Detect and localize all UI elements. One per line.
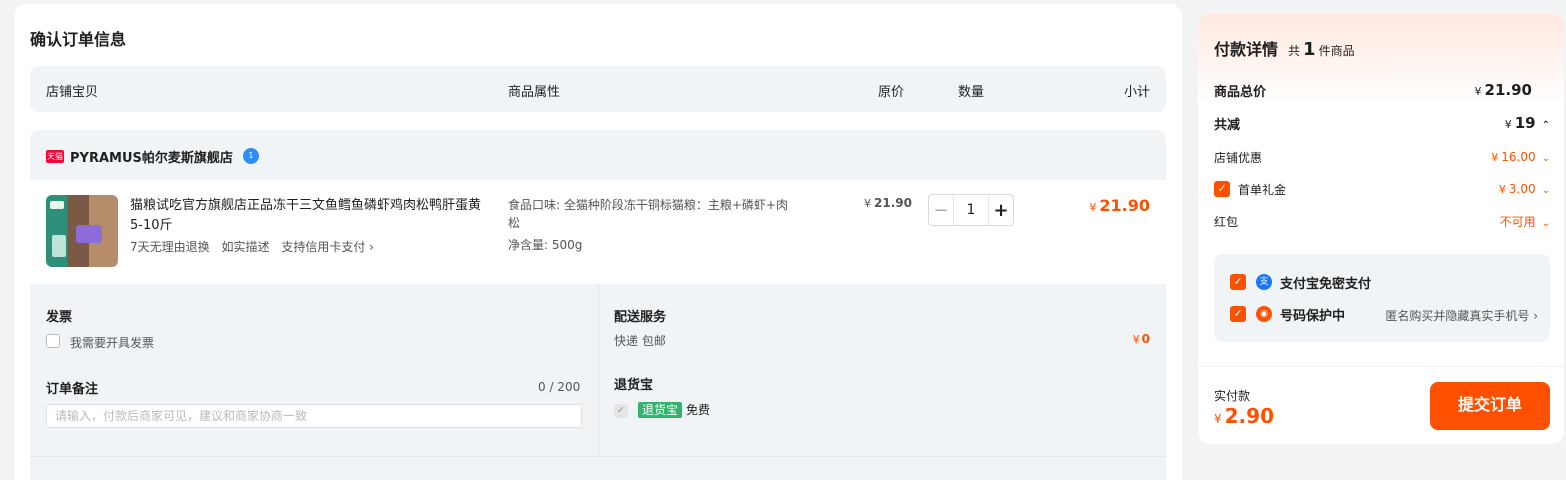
- return-insurance-label: 退货宝: [614, 378, 654, 393]
- remark-count: 0 / 200: [538, 380, 581, 394]
- invoice-label: 发票: [46, 310, 73, 325]
- privacy-checkbox[interactable]: ✓: [1230, 306, 1246, 322]
- payment-options: ✓ 支 支付宝免密支付 ✓ ◉ 号码保护中 匿名购买并隐藏真实手机号 ›: [1214, 254, 1550, 342]
- tag-return: 7天无理由退换: [130, 240, 210, 254]
- table-header: 店铺宝贝 商品属性 原价 数量 小计: [30, 66, 1166, 112]
- first-gift-checkbox[interactable]: ✓: [1214, 181, 1230, 197]
- alipay-icon: 支: [1256, 274, 1272, 290]
- privacy-desc[interactable]: 匿名购买并隐藏真实手机号 ›: [1385, 307, 1538, 324]
- tmall-icon: 天猫: [46, 149, 64, 163]
- qty-minus-button[interactable]: −: [929, 200, 953, 221]
- attr-weight: 净含量: 500g: [508, 238, 583, 252]
- invoice-option[interactable]: 我需要开具发票: [70, 334, 154, 351]
- col-price: 原价: [878, 85, 905, 100]
- return-insurance-badge: 退货宝: [638, 402, 683, 418]
- item-subtotal: ¥21.90: [1089, 196, 1150, 215]
- original-price: ¥21.90: [864, 196, 912, 210]
- item-row: 猫粮试吃官方旗舰店正品冻干三文鱼鳕鱼磷虾鸡肉松鸭肝蛋黄5-10斤 7天无理由退换…: [30, 180, 1166, 284]
- total-row: 商品总价 ¥21.90: [1214, 81, 1532, 100]
- delivery-label: 配送服务: [614, 310, 667, 325]
- item-count: 共 1 件商品: [1288, 39, 1355, 60]
- shop-block: 天猫 PYRAMUS帕尔麦斯旗舰店 1 猫粮试吃官方旗舰店正品冻干三文鱼鳕鱼磷虾…: [30, 130, 1166, 480]
- discount-row[interactable]: 共减 ¥19 ⌃: [1214, 113, 1550, 133]
- remark-input[interactable]: 请输入，付款后商家可见，建议和商家协商一致: [46, 404, 582, 428]
- invoice-checkbox[interactable]: [46, 334, 60, 348]
- col-qty: 数量: [958, 85, 985, 100]
- delivery-method: 快递 包邮: [614, 334, 666, 348]
- item-attributes: 食品口味: 全猫种阶段冻干铜标猫粮：主粮+磷虾+肉松 净含量: 500g: [508, 196, 798, 254]
- order-options: 发票 我需要开具发票 订单备注 0 / 200 请输入，付款后商家可见，建议和商…: [30, 284, 1166, 457]
- redpacket-row[interactable]: 红包 不可用 ⌄: [1214, 211, 1550, 231]
- tag-credit[interactable]: 支持信用卡支付 ›: [281, 240, 374, 254]
- chevron-up-icon: ⌃: [1541, 120, 1550, 131]
- actual-pay-amount: ¥2.90: [1214, 404, 1274, 428]
- actual-pay-label: 实付款: [1214, 389, 1251, 403]
- check-icon: ✓: [614, 404, 628, 418]
- col-attr: 商品属性: [508, 85, 561, 100]
- chevron-down-icon: ⌄: [1541, 185, 1550, 196]
- page-title: 确认订单信息: [30, 30, 127, 49]
- wangwang-icon[interactable]: 1: [242, 148, 259, 164]
- chevron-down-icon: ⌄: [1541, 153, 1550, 164]
- alipay-checkbox[interactable]: ✓: [1230, 274, 1246, 290]
- privacy-option[interactable]: ✓ ◉ 号码保护中: [1230, 304, 1345, 324]
- shop-row: 天猫 PYRAMUS帕尔麦斯旗舰店 1: [46, 146, 259, 166]
- order-confirm-card: 确认订单信息 店铺宝贝 商品属性 原价 数量 小计 天猫 PYRAMUS帕尔麦斯…: [14, 4, 1182, 480]
- remark-label: 订单备注: [46, 382, 99, 397]
- attr-flavor: 食品口味: 全猫种阶段冻干铜标猫粮：主粮+磷虾+肉松: [508, 198, 788, 230]
- payment-panel: 付款详情 共 1 件商品 商品总价 ¥21.90 共减 ¥19 ⌃ 店铺优惠 ¥16.…: [1198, 14, 1564, 444]
- tag-desc: 如实描述: [221, 240, 270, 254]
- shop-coupon-row[interactable]: 店铺优惠 ¥16.00 ⌄: [1214, 147, 1550, 167]
- payment-title: 付款详情 共 1 件商品: [1214, 39, 1355, 60]
- return-insurance-status: 免费: [686, 403, 711, 417]
- col-item: 店铺宝贝: [46, 85, 99, 100]
- shield-icon: ◉: [1256, 306, 1272, 322]
- item-title[interactable]: 猫粮试吃官方旗舰店正品冻干三文鱼鳕鱼磷虾鸡肉松鸭肝蛋黄5-10斤: [130, 196, 490, 236]
- item-tags: 7天无理由退换 如实描述 支持信用卡支付 ›: [130, 238, 382, 255]
- alipay-option[interactable]: ✓ 支 支付宝免密支付: [1230, 272, 1371, 292]
- product-thumbnail[interactable]: [46, 195, 118, 267]
- qty-value[interactable]: 1: [953, 195, 989, 225]
- quantity-stepper: − 1 +: [928, 194, 1014, 226]
- chevron-down-icon: ⌄: [1541, 217, 1550, 229]
- qty-plus-button[interactable]: +: [989, 200, 1013, 221]
- first-gift-row[interactable]: ✓ 首单礼金 ¥3.00 ⌄: [1214, 179, 1550, 199]
- delivery-fee: ¥0: [1132, 332, 1150, 346]
- col-subtotal: 小计: [1123, 85, 1150, 100]
- submit-order-button[interactable]: 提交订单: [1430, 382, 1550, 430]
- shop-name[interactable]: PYRAMUS帕尔麦斯旗舰店: [70, 147, 233, 166]
